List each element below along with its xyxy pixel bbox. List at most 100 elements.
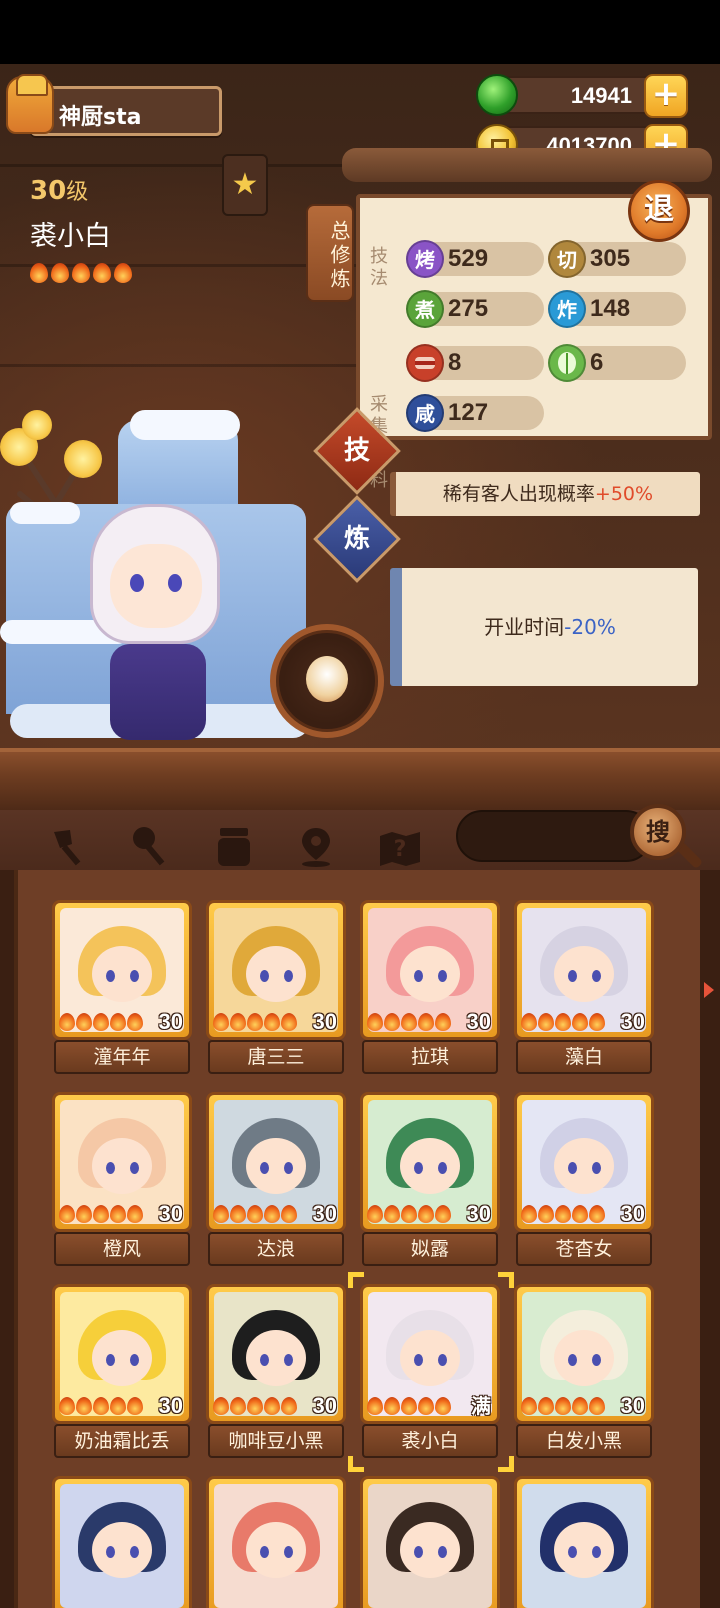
- character-card[interactable]: 30: [514, 1092, 654, 1232]
- character-name-plate[interactable]: 裘小白: [362, 1424, 498, 1458]
- character-name-plate[interactable]: 藻白: [516, 1040, 652, 1074]
- stat-value: 148: [590, 295, 631, 322]
- character-name-plate[interactable]: 拉琪: [362, 1040, 498, 1074]
- character-name-plate[interactable]: 奶油霜比丢: [54, 1424, 190, 1458]
- location-pin-icon[interactable]: [294, 824, 338, 868]
- notice-text: 开业时间: [484, 615, 565, 639]
- ladle-icon[interactable]: [130, 824, 174, 868]
- flame-icon: [127, 1013, 143, 1031]
- svg-text:?: ?: [394, 837, 407, 862]
- player-name: 神厨sta: [59, 105, 142, 130]
- rarity-flames: [367, 1397, 451, 1415]
- jade-currency: 14941 +: [476, 74, 688, 118]
- jade-amount: 14941: [570, 83, 632, 108]
- flame-icon: [589, 1013, 605, 1031]
- card-level: 30: [620, 1009, 645, 1034]
- chef-avatar-icon[interactable]: [6, 74, 54, 134]
- tab-total-training[interactable]: 总修炼: [306, 204, 354, 302]
- flame-icon: [435, 1205, 451, 1223]
- search-input[interactable]: [456, 810, 652, 862]
- character-name-plate[interactable]: 橙风: [54, 1232, 190, 1266]
- flame-icon: [72, 263, 90, 283]
- rarity-flames: [367, 1205, 451, 1223]
- player-name-plate[interactable]: 神厨sta: [30, 86, 222, 136]
- skill-button[interactable]: 技: [326, 420, 388, 482]
- rarity-flames: [213, 1205, 297, 1223]
- character-card[interactable]: 30: [514, 900, 654, 1040]
- flame-icon: [521, 1013, 537, 1031]
- train-button[interactable]: 炼: [326, 508, 388, 570]
- character-card[interactable]: 30: [52, 1092, 192, 1232]
- flame-icon: [538, 1397, 554, 1415]
- flame-icon: [555, 1205, 571, 1223]
- card-level: 30: [312, 1393, 337, 1418]
- grid-frame-right: [700, 870, 720, 1608]
- character-card[interactable]: 30: [514, 1284, 654, 1424]
- character-card[interactable]: 30: [206, 900, 346, 1040]
- stat-icon: 烤: [406, 240, 444, 278]
- character-card[interactable]: [206, 1476, 346, 1608]
- pet-companion-button[interactable]: [270, 624, 384, 738]
- chef-character-sprite[interactable]: [70, 464, 240, 764]
- flame-icon: [555, 1013, 571, 1031]
- character-card[interactable]: [360, 1476, 500, 1608]
- wooden-shelf: [0, 748, 720, 810]
- card-level: 30: [466, 1201, 491, 1226]
- jar-icon[interactable]: [212, 824, 256, 868]
- flame-icon: [110, 1397, 126, 1415]
- character-card[interactable]: 30: [52, 1284, 192, 1424]
- character-name-plate[interactable]: 唐三三: [208, 1040, 344, 1074]
- map-question-icon[interactable]: ?: [378, 824, 422, 868]
- character-name-plate[interactable]: 潼年年: [54, 1040, 190, 1074]
- bonus-text: 稀有客人出现概率: [442, 483, 595, 505]
- character-name-plate[interactable]: 达浪: [208, 1232, 344, 1266]
- flame-icon: [51, 263, 69, 283]
- scroll-indicator-icon: [704, 982, 714, 998]
- add-jade-button[interactable]: +: [644, 74, 688, 118]
- panel-top-bar: [342, 148, 712, 182]
- character-card[interactable]: 30: [360, 900, 500, 1040]
- character-card[interactable]: 30: [206, 1092, 346, 1232]
- snow-cap: [130, 410, 240, 440]
- flame-icon: [59, 1205, 75, 1223]
- character-name-plate[interactable]: 咖啡豆小黑: [208, 1424, 344, 1458]
- tab-total-training-label: 总修炼: [327, 220, 351, 292]
- character-card[interactable]: 30: [206, 1284, 346, 1424]
- favorite-star-icon[interactable]: ★: [222, 154, 268, 216]
- flame-icon: [281, 1205, 297, 1223]
- card-level: 30: [620, 1393, 645, 1418]
- search-button[interactable]: 搜: [630, 804, 686, 860]
- character-card[interactable]: 30: [52, 900, 192, 1040]
- card-level: 30: [620, 1201, 645, 1226]
- flame-icon: [213, 1397, 229, 1415]
- character-name-plate[interactable]: 白发小黑: [516, 1424, 652, 1458]
- character-level: 30: [30, 176, 67, 206]
- level-unit: 级: [66, 180, 89, 205]
- flower-decoration: [22, 410, 52, 440]
- rarity-flames: [521, 1205, 605, 1223]
- flame-icon: [538, 1013, 554, 1031]
- selection-bracket: [348, 1272, 364, 1288]
- stat-icon: 切: [548, 240, 586, 278]
- character-name: 裘小白: [30, 221, 111, 252]
- grid-frame-left: [0, 870, 14, 1608]
- flame-icon: [76, 1205, 92, 1223]
- flame-icon: [521, 1397, 537, 1415]
- exit-button[interactable]: 退: [628, 180, 690, 242]
- character-card[interactable]: 30: [360, 1092, 500, 1232]
- character-card[interactable]: 满: [360, 1284, 500, 1424]
- stat-value: 529: [448, 245, 489, 272]
- jade-icon: [476, 74, 518, 116]
- flame-icon: [401, 1013, 417, 1031]
- spatula-icon[interactable]: [48, 824, 92, 868]
- character-name-plate[interactable]: 苍杳女: [516, 1232, 652, 1266]
- character-card[interactable]: [52, 1476, 192, 1608]
- flame-icon: [230, 1013, 246, 1031]
- character-name-plate[interactable]: 姒露: [362, 1232, 498, 1266]
- flame-icon: [538, 1205, 554, 1223]
- bonus-value: +50%: [594, 483, 654, 505]
- flame-icon: [367, 1205, 383, 1223]
- category-technique: 技法: [370, 246, 388, 289]
- flame-icon: [281, 1013, 297, 1031]
- character-card[interactable]: [514, 1476, 654, 1608]
